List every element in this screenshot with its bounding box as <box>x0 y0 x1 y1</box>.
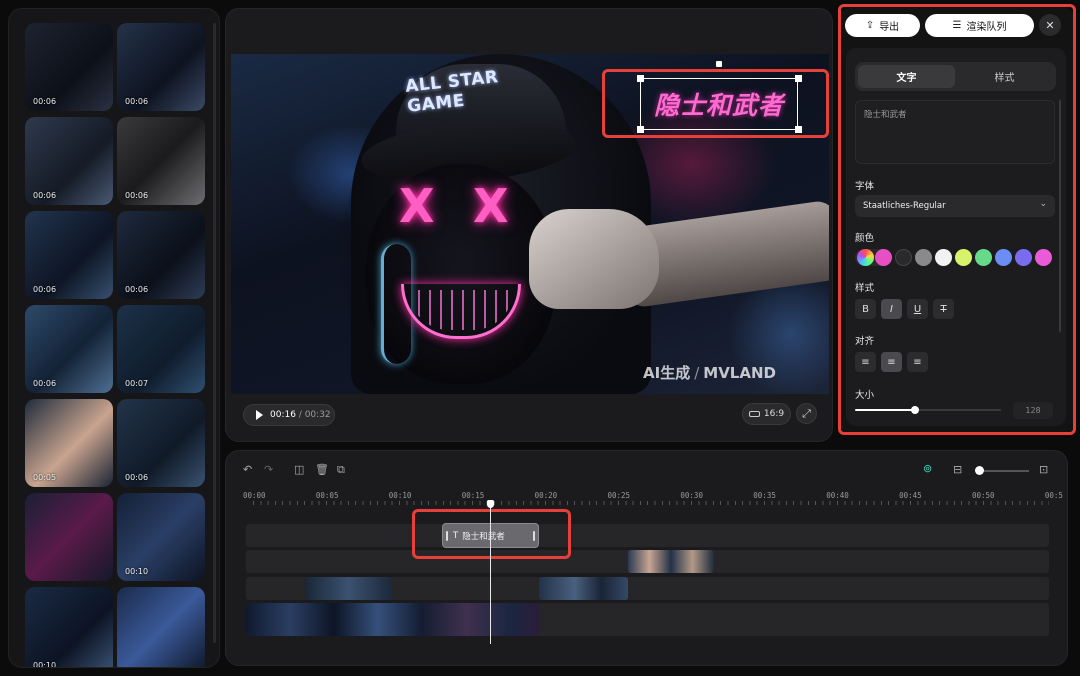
gallery-thumbnail[interactable]: 00:07 <box>117 305 205 393</box>
highlight-text-clip <box>412 509 571 559</box>
thumbnail-duration: 00:06 <box>33 379 57 388</box>
gallery-thumbnail[interactable]: 00:06 <box>117 211 205 299</box>
gallery-grid: 00:06 00:06 00:06 00:06 00:06 00:06 00:06 00:07… <box>25 23 209 668</box>
gallery-thumbnail[interactable]: 00:10 <box>117 493 205 581</box>
fist <box>529 209 659 309</box>
resize-handle-br[interactable] <box>795 126 802 133</box>
thumbnail-duration: 00:06 <box>33 97 57 106</box>
current-time: 00:16 <box>270 410 296 420</box>
thumbnail-duration: 00:06 <box>33 191 57 200</box>
ruler-label: 00:10 <box>388 491 412 500</box>
highlight-properties-panel <box>838 4 1076 435</box>
thumbnail-duration: 00:10 <box>125 567 149 576</box>
thumbnail-duration: 00:06 <box>33 285 57 294</box>
playhead-handle[interactable] <box>487 500 494 508</box>
playhead-line[interactable] <box>490 503 491 644</box>
thumbnail-duration: 00:06 <box>125 97 149 106</box>
ruler-label: 00:25 <box>607 491 631 500</box>
gallery-thumbnail[interactable]: 00:06 <box>25 305 113 393</box>
ruler-label: 00:35 <box>753 491 776 500</box>
main-video-clip[interactable] <box>246 603 539 636</box>
thumbnail-duration: 00:05 <box>33 473 57 482</box>
gallery-thumbnail[interactable] <box>25 493 113 581</box>
right-eye-x: X <box>473 179 509 233</box>
gallery-thumbnail[interactable]: 00:06 <box>117 23 205 111</box>
video-clip[interactable] <box>539 577 628 600</box>
gallery-thumbnail[interactable] <box>117 587 205 667</box>
ruler-label: 00:50 <box>972 491 995 500</box>
video-clip[interactable] <box>628 550 714 573</box>
time-separator: / <box>295 410 305 420</box>
undo-icon[interactable]: ↶ <box>243 463 252 476</box>
gallery-thumbnail[interactable]: 00:06 <box>117 117 205 205</box>
aspect-ratio-label: 16:9 <box>763 409 785 419</box>
gallery-thumbnail[interactable]: 00:10 <box>25 587 113 668</box>
gallery-thumbnail[interactable]: 00:06 <box>25 211 113 299</box>
thumbnail-duration: 00:10 <box>33 661 57 668</box>
gallery-thumbnail[interactable]: 00:05 <box>25 399 113 487</box>
media-gallery: 00:06 00:06 00:06 00:06 00:06 00:06 00:06 00:07… <box>8 8 220 668</box>
delete-icon[interactable]: 🗑 <box>315 463 329 476</box>
fit-timeline-icon[interactable]: ⊡ <box>1039 463 1048 476</box>
play-icon[interactable] <box>256 410 263 420</box>
duplicate-icon[interactable]: ⧉ <box>337 463 345 477</box>
split-icon[interactable]: ◫ <box>294 463 304 476</box>
watermark-ai-label: AI生成 <box>643 364 691 382</box>
timeline-zoom-knob[interactable] <box>975 466 984 475</box>
ruler-label: 00:00 <box>243 491 266 500</box>
expand-icon: ⤢ <box>802 406 811 420</box>
ruler-label: 00:5 <box>1044 491 1063 500</box>
rotate-handle[interactable] <box>716 61 722 67</box>
overlay-text[interactable]: 隐士和武者 <box>640 86 798 122</box>
ruler-label: 00:15 <box>461 491 485 500</box>
resize-handle-tr[interactable] <box>795 75 802 82</box>
ruler-label: 00:20 <box>534 491 558 500</box>
gallery-thumbnail[interactable]: 00:06 <box>25 23 113 111</box>
gallery-scrollbar[interactable] <box>213 23 216 643</box>
zoom-out-icon[interactable]: ⊟ <box>953 463 962 476</box>
playback-control[interactable]: 00:16 / 00:32 <box>243 404 335 426</box>
watermark-separator: / <box>694 364 700 382</box>
aspect-ratio-icon <box>748 411 760 417</box>
thumbnail-duration: 00:06 <box>125 285 149 294</box>
resize-handle-tl[interactable] <box>637 75 644 82</box>
gallery-thumbnail[interactable]: 00:06 <box>25 117 113 205</box>
gallery-thumbnail[interactable]: 00:06 <box>117 399 205 487</box>
thumbnail-duration: 00:06 <box>125 191 149 200</box>
track-text <box>246 524 1049 547</box>
total-time: 00:32 <box>304 410 331 420</box>
aspect-ratio-button[interactable]: 16:9 <box>742 403 791 425</box>
ruler-label: 00:05 <box>315 491 339 500</box>
ruler-ticks <box>253 501 1049 505</box>
resize-handle-bl[interactable] <box>637 126 644 133</box>
fullscreen-button[interactable]: ⤢ <box>796 403 817 424</box>
ruler-label: 00:30 <box>680 491 703 500</box>
left-eye-x: X <box>399 179 435 233</box>
magnet-snap-icon[interactable]: ⊚ <box>923 462 932 475</box>
ruler-label: 00:45 <box>899 491 922 500</box>
watermark-brand: MVLAND <box>703 364 776 382</box>
watermark: AI生成 / MVLAND <box>643 362 776 383</box>
thumbnail-duration: 00:06 <box>125 473 149 482</box>
ruler-label: 00:40 <box>826 491 849 500</box>
video-clip[interactable] <box>305 577 392 600</box>
thumbnail-duration: 00:07 <box>125 379 149 388</box>
timeline-zoom-slider[interactable] <box>979 470 1029 472</box>
redo-icon[interactable]: ↷ <box>264 463 273 476</box>
